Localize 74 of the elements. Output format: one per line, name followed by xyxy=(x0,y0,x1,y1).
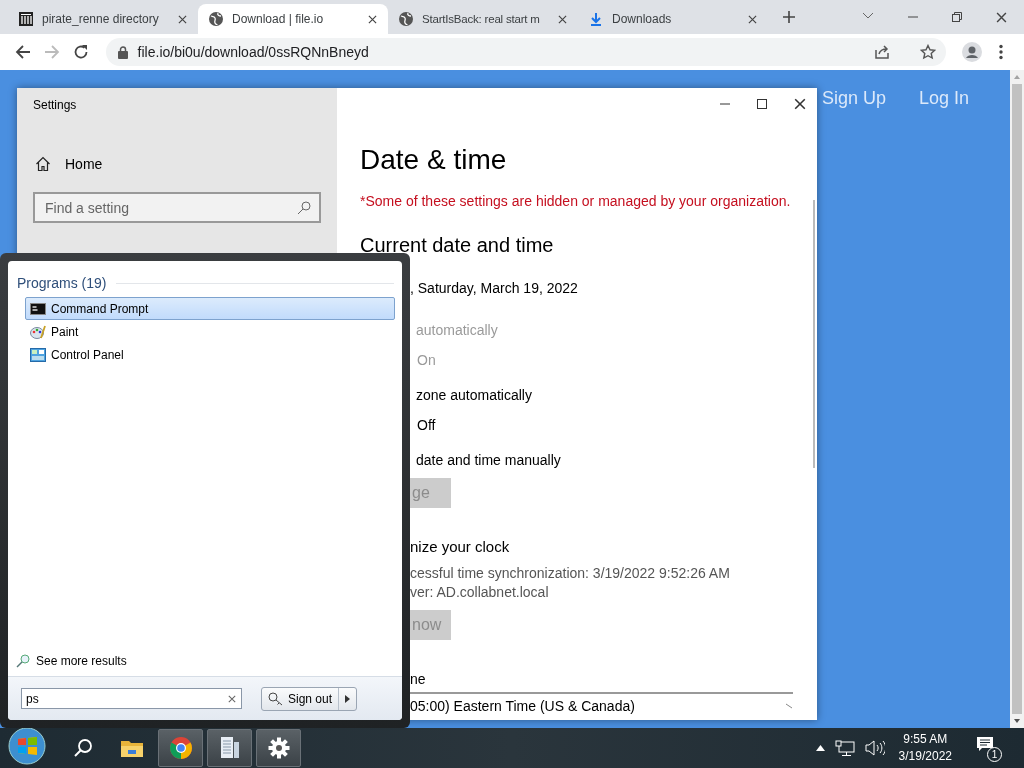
browser-tab[interactable]: Downloads xyxy=(578,4,768,34)
clock-date[interactable]: 3/19/2022 xyxy=(898,748,952,765)
terminal-icon xyxy=(30,301,46,316)
home-icon[interactable] xyxy=(35,156,51,172)
close-icon[interactable] xyxy=(748,14,757,24)
close-icon[interactable] xyxy=(558,14,567,24)
taskbar-button[interactable] xyxy=(256,729,301,767)
key-icon xyxy=(268,691,284,706)
close-icon[interactable] xyxy=(794,98,806,110)
setting-label: automatically xyxy=(415,321,498,340)
browser-tab[interactable]: pirate_renne directory xyxy=(8,4,198,34)
download-icon xyxy=(588,11,604,27)
scroll-down-icon[interactable] xyxy=(1013,718,1021,724)
program-item[interactable]: Command Prompt xyxy=(25,297,395,320)
notification-icon[interactable] xyxy=(976,736,994,752)
setting-label: ne xyxy=(410,670,426,689)
globe-icon xyxy=(398,11,414,27)
plus-icon[interactable] xyxy=(782,10,796,24)
chrome-icon[interactable] xyxy=(168,736,193,760)
maximize-icon[interactable] xyxy=(757,99,767,109)
browser-tab[interactable]: Download | file.io xyxy=(198,4,388,34)
program-item[interactable]: Control Panel xyxy=(25,343,395,366)
settings-icon[interactable] xyxy=(267,737,290,759)
palette-icon xyxy=(30,323,46,340)
network-icon[interactable] xyxy=(834,740,855,756)
browser-tab[interactable]: StartIsBack: real start m xyxy=(388,4,578,34)
globe-icon xyxy=(208,11,224,27)
home-link[interactable]: Home xyxy=(65,156,103,172)
close-icon[interactable] xyxy=(178,14,187,24)
clock-time[interactable]: 9:55 AM xyxy=(903,731,948,748)
star-icon[interactable] xyxy=(919,44,936,60)
building-icon xyxy=(18,11,34,27)
time-zone-dropdown[interactable]: 05:00) Eastern Time (US & Canada) xyxy=(410,692,793,716)
sync-info: ver: AD.collabnet.local xyxy=(410,583,549,602)
close-icon[interactable] xyxy=(996,11,1007,23)
window-title: Settings xyxy=(33,98,78,112)
back-arrow-icon[interactable] xyxy=(14,44,31,60)
document-icon[interactable] xyxy=(218,736,241,760)
caret-right-icon xyxy=(345,694,351,703)
control-panel-icon xyxy=(30,347,46,362)
more-results-link[interactable]: See more results xyxy=(36,654,127,668)
chevron-icon xyxy=(785,703,793,709)
page-heading: Date & time xyxy=(360,143,508,177)
taskbar-button[interactable] xyxy=(158,729,203,767)
setting-label: zone automatically xyxy=(415,386,532,405)
search-field[interactable]: ps xyxy=(21,688,242,709)
caret-up-icon[interactable] xyxy=(815,745,825,751)
search-icon[interactable] xyxy=(72,738,93,758)
close-icon[interactable] xyxy=(368,14,377,24)
scrollbar[interactable] xyxy=(1010,70,1024,728)
toggle-state: On xyxy=(416,351,436,370)
group-heading: Programs (19) xyxy=(17,275,107,291)
address-bar[interactable]: file.io/bi0u/download/0ssRQNnBneyd xyxy=(105,38,946,66)
policy-notice: *Some of these settings are hidden or managed by your organization. xyxy=(360,192,792,211)
folder-icon[interactable] xyxy=(119,738,144,758)
lock-icon xyxy=(117,45,128,59)
windows-orb-icon[interactable] xyxy=(8,727,46,765)
search-field[interactable]: Find a setting xyxy=(33,192,321,223)
setting-label: date and time manually xyxy=(415,451,561,470)
sync-info: cessful time synchronization: 3/19/2022 9:52:26 AM xyxy=(410,564,730,583)
restore-icon[interactable] xyxy=(952,11,962,22)
reload-icon[interactable] xyxy=(73,44,89,60)
subsection-heading: nize your clock xyxy=(410,537,510,557)
volume-icon[interactable] xyxy=(864,740,885,756)
current-date: , Saturday, March 19, 2022 xyxy=(410,279,578,298)
program-item[interactable]: Paint xyxy=(25,320,395,343)
taskbar-button[interactable] xyxy=(207,729,252,767)
more-menu-icon[interactable] xyxy=(999,44,1004,60)
share-icon[interactable] xyxy=(873,44,890,60)
section-heading: Current date and time xyxy=(360,233,555,258)
profile-icon[interactable] xyxy=(962,42,983,62)
notification-count: 1 xyxy=(987,747,1002,762)
toggle-state: Off xyxy=(416,416,436,435)
chevron-down-icon[interactable] xyxy=(862,11,874,20)
